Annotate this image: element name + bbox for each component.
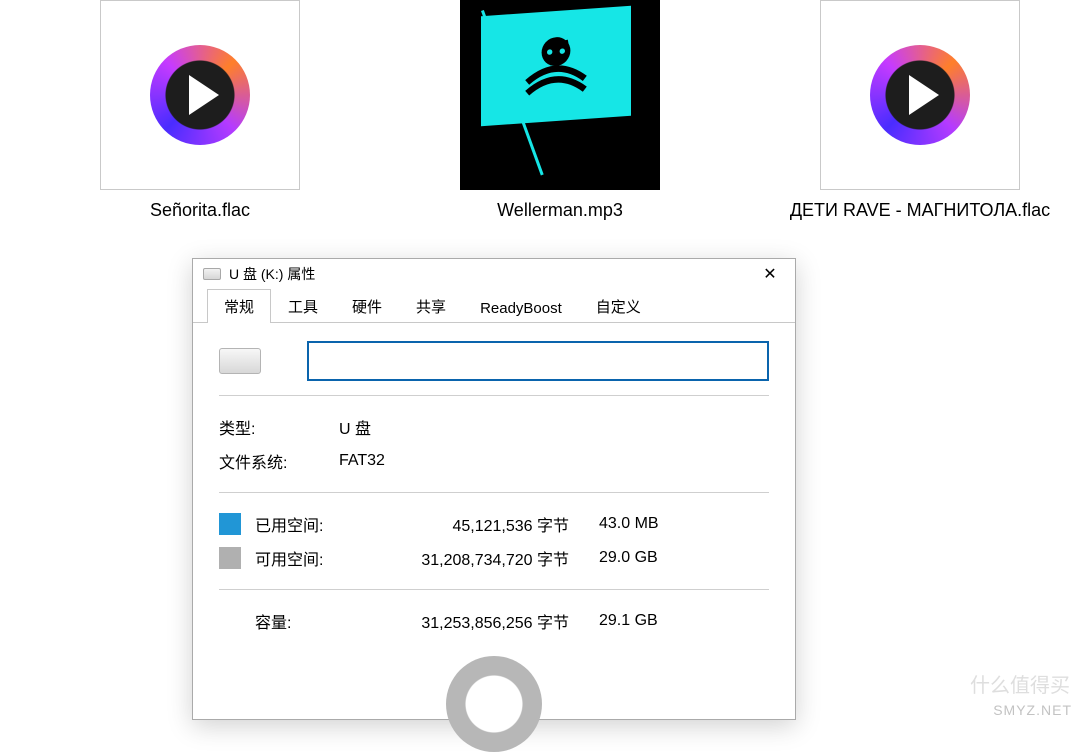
tab-tools[interactable]: 工具 <box>271 289 335 323</box>
file-item[interactable]: Wellerman.mp3 <box>420 0 700 240</box>
close-button[interactable]: ✕ <box>747 259 793 289</box>
file-thumbnail <box>460 0 660 190</box>
tab-general[interactable]: 常规 <box>207 289 271 323</box>
close-icon: ✕ <box>763 264 776 284</box>
filesystem-value: FAT32 <box>339 452 769 470</box>
dialog-titlebar[interactable]: U 盘 (K:) 属性 ✕ <box>193 259 795 289</box>
tab-customize[interactable]: 自定义 <box>579 289 658 323</box>
pirate-flag-icon <box>481 6 631 126</box>
separator <box>219 492 769 493</box>
used-space-bytes: 45,121,536 字节 <box>359 512 599 536</box>
file-item[interactable]: Señorita.flac <box>60 0 340 240</box>
file-thumbnail <box>820 0 1020 190</box>
play-icon <box>150 45 250 145</box>
used-space-friendly: 43.0 MB <box>599 515 689 533</box>
used-space-swatch <box>219 513 241 535</box>
filesystem-label: 文件系统: <box>219 449 339 473</box>
explorer-files: Señorita.flac <box>0 0 1080 240</box>
separator <box>219 589 769 590</box>
usage-pie-chart <box>446 656 542 752</box>
drive-properties-dialog: U 盘 (K:) 属性 ✕ 常规 工具 硬件 共享 ReadyBoost 自定义… <box>192 258 796 720</box>
play-triangle-icon <box>909 75 939 115</box>
free-space-label: 可用空间: <box>255 546 359 570</box>
watermark-latin: SMYZ.NET <box>993 702 1072 718</box>
used-space-label: 已用空间: <box>255 512 359 536</box>
free-space-swatch <box>219 547 241 569</box>
watermark-cn: 什么值得买 <box>970 669 1070 698</box>
capacity-bytes: 31,253,856,256 字节 <box>359 609 599 633</box>
capacity-label: 容量: <box>219 609 359 633</box>
drive-icon <box>203 268 221 280</box>
file-name: Señorita.flac <box>150 200 250 221</box>
tab-strip: 常规 工具 硬件 共享 ReadyBoost 自定义 <box>193 289 795 323</box>
free-space-friendly: 29.0 GB <box>599 549 689 567</box>
drive-icon <box>219 348 261 374</box>
play-triangle-icon <box>189 75 219 115</box>
tab-readyboost[interactable]: ReadyBoost <box>463 293 579 323</box>
type-label: 类型: <box>219 415 339 439</box>
capacity-friendly: 29.1 GB <box>599 612 689 630</box>
file-name: Wellerman.mp3 <box>497 200 623 221</box>
play-icon <box>870 45 970 145</box>
dialog-title: U 盘 (K:) 属性 <box>229 264 747 284</box>
tab-panel-general: 类型: U 盘 文件系统: FAT32 已用空间: 45,121,536 字节 … <box>193 323 795 752</box>
volume-name-input[interactable] <box>307 341 769 381</box>
tab-hardware[interactable]: 硬件 <box>335 289 399 323</box>
file-thumbnail <box>100 0 300 190</box>
type-value: U 盘 <box>339 415 769 439</box>
tab-sharing[interactable]: 共享 <box>399 289 463 323</box>
file-item[interactable]: ДЕТИ RAVE - МАГНИТОЛА.flac <box>780 0 1060 240</box>
free-space-bytes: 31,208,734,720 字节 <box>359 546 599 570</box>
file-name: ДЕТИ RAVE - МАГНИТОЛА.flac <box>790 200 1050 221</box>
separator <box>219 395 769 396</box>
